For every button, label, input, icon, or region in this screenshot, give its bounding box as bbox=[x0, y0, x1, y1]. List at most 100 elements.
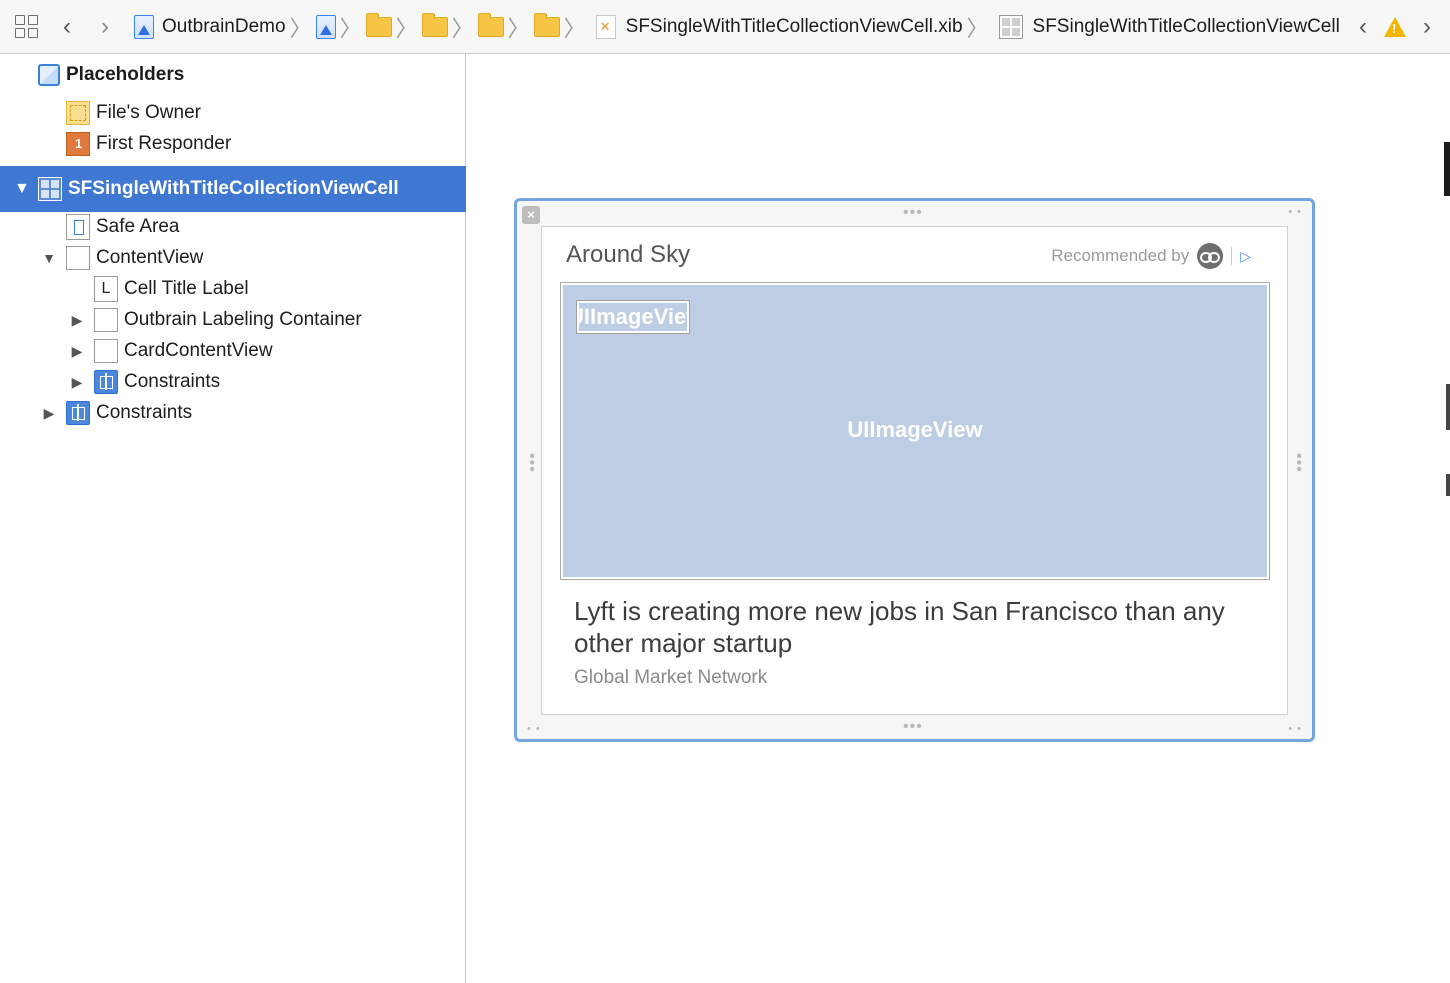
outline-item-label: Cell Title Label bbox=[124, 278, 249, 299]
outline-item-label: Outbrain Labeling Container bbox=[124, 309, 362, 330]
resize-handle-left-icon[interactable]: ••• bbox=[523, 453, 540, 473]
disclosure-triangle-collapsed-icon[interactable]: ▶ bbox=[70, 312, 84, 329]
breadcrumb-project[interactable]: OutbrainDemo bbox=[134, 14, 286, 39]
warning-icon[interactable]: ! bbox=[1384, 17, 1406, 37]
related-items-icon[interactable] bbox=[14, 14, 40, 40]
disclosure-triangle-expanded-icon[interactable]: ▼ bbox=[42, 250, 56, 266]
disclosure-triangle-expanded-icon[interactable]: ▼ bbox=[14, 180, 30, 198]
files-owner-icon bbox=[66, 101, 90, 125]
breadcrumb-selection-label: SFSingleWithTitleCollectionViewCell bbox=[1032, 15, 1340, 37]
card-content-view[interactable]: Around Sky Recommended by ▷ UIImageView … bbox=[541, 226, 1288, 715]
outline-item-label: Constraints bbox=[124, 371, 221, 392]
disclosure-triangle-collapsed-icon[interactable]: ▶ bbox=[70, 374, 84, 391]
outline-item-label: First Responder bbox=[96, 133, 232, 154]
outline-item-constraints-inner[interactable]: ▶ Constraints bbox=[0, 367, 466, 397]
collection-view-cell-icon bbox=[998, 14, 1023, 39]
view-icon bbox=[94, 308, 118, 332]
image-view-title-tag: UIImageView bbox=[576, 300, 690, 334]
outline-item-outbrain-labeling-container[interactable]: ▶ Outbrain Labeling Container bbox=[0, 305, 466, 335]
outline-item-label: File's Owner bbox=[96, 102, 201, 123]
chevron-right-icon: 〉 bbox=[289, 15, 312, 41]
outline-item-label: ContentView bbox=[96, 247, 204, 268]
folder-icon bbox=[365, 12, 392, 37]
forward-icon[interactable]: › bbox=[92, 14, 118, 39]
project-icon bbox=[134, 14, 154, 39]
outline-placeholders-header[interactable]: Placeholders bbox=[0, 60, 466, 90]
breadcrumb-selection[interactable]: SFSingleWithTitleCollectionViewCell bbox=[998, 14, 1340, 39]
adchoices-icon: ▷ bbox=[1240, 247, 1251, 264]
outline-item-cell[interactable]: ▼ SFSingleWithTitleCollectionViewCell bbox=[0, 166, 466, 212]
next-issue-icon[interactable]: › bbox=[1414, 15, 1440, 39]
resize-handle-bottom-icon[interactable]: ••• bbox=[903, 719, 923, 735]
recommendation-source[interactable]: Global Market Network bbox=[574, 667, 767, 689]
divider bbox=[1231, 247, 1233, 265]
outline-item-safe-area[interactable]: Safe Area bbox=[0, 212, 466, 242]
document-outline: Placeholders File's Owner First Responde… bbox=[0, 54, 466, 983]
outline-item-first-responder[interactable]: First Responder bbox=[0, 129, 466, 159]
xib-file-icon bbox=[595, 14, 616, 39]
recommendation-headline[interactable]: Lyft is creating more new jobs in San Fr… bbox=[574, 595, 1254, 659]
outline-item-card-content-view[interactable]: ▶ CardContentView bbox=[0, 336, 466, 366]
outline-item-label: SFSingleWithTitleCollectionViewCell bbox=[68, 178, 399, 199]
outline-item-label: Constraints bbox=[96, 402, 193, 423]
cell-title-label[interactable]: Around Sky bbox=[566, 241, 690, 269]
view-icon bbox=[66, 246, 90, 270]
canvas-edge-mark bbox=[1446, 474, 1450, 496]
breadcrumb-target[interactable] bbox=[315, 14, 336, 39]
folder-icon bbox=[533, 12, 560, 37]
safe-area-icon bbox=[66, 214, 90, 240]
corner-handle-icon[interactable]: • • bbox=[1288, 724, 1302, 735]
folder-icon bbox=[421, 12, 448, 37]
outline-item-cell-title-label[interactable]: L Cell Title Label bbox=[0, 274, 466, 304]
outbrain-labeling-container[interactable]: Recommended by ▷ bbox=[1051, 243, 1251, 269]
chevron-right-icon: 〉 bbox=[395, 15, 418, 41]
folder-icon bbox=[477, 12, 504, 37]
chevron-right-icon: 〉 bbox=[563, 15, 586, 41]
close-icon[interactable]: × bbox=[522, 206, 540, 224]
breadcrumb-folder-2[interactable] bbox=[421, 12, 448, 37]
outbrain-logo-icon bbox=[1197, 243, 1224, 269]
outline-item-content-view[interactable]: ▼ ContentView bbox=[0, 243, 466, 273]
breadcrumb-file-label: SFSingleWithTitleCollectionViewCell.xib bbox=[625, 15, 963, 37]
interface-builder-canvas[interactable]: × ••• ••• ••• ••• • • • • • • Around Sky… bbox=[467, 54, 1450, 983]
constraints-icon bbox=[94, 370, 118, 394]
image-view-placeholder-label: UIImageView bbox=[847, 417, 983, 442]
breadcrumb-project-label: OutbrainDemo bbox=[162, 15, 286, 37]
target-icon bbox=[315, 14, 336, 39]
corner-handle-icon[interactable]: • • bbox=[527, 724, 541, 735]
disclosure-triangle-collapsed-icon[interactable]: ▶ bbox=[70, 343, 84, 360]
canvas-edge-shadow bbox=[1444, 142, 1450, 196]
label-icon: L bbox=[94, 276, 118, 302]
chevron-right-icon: 〉 bbox=[507, 15, 530, 41]
outline-item-label: Safe Area bbox=[96, 216, 180, 237]
cube-icon bbox=[38, 64, 60, 86]
resize-handle-top-icon[interactable]: ••• bbox=[903, 205, 923, 221]
breadcrumb-folder-1[interactable] bbox=[365, 12, 392, 37]
canvas-edge-mark bbox=[1446, 384, 1450, 430]
outline-item-files-owner[interactable]: File's Owner bbox=[0, 98, 466, 128]
resize-handle-right-icon[interactable]: ••• bbox=[1290, 453, 1307, 473]
issue-navigator: ‹ ! › bbox=[1350, 0, 1440, 54]
image-view[interactable]: UIImageView UIImageView bbox=[563, 285, 1267, 577]
outline-placeholders-label: Placeholders bbox=[66, 64, 185, 85]
collection-view-cell-frame[interactable]: × ••• ••• ••• ••• • • • • • • Around Sky… bbox=[514, 198, 1315, 742]
outline-item-label: CardContentView bbox=[124, 340, 273, 361]
first-responder-icon bbox=[66, 132, 90, 156]
breadcrumb-folder-3[interactable] bbox=[477, 12, 504, 37]
breadcrumb-file[interactable]: SFSingleWithTitleCollectionViewCell.xib bbox=[595, 14, 963, 39]
image-view-container[interactable]: UIImageView UIImageView bbox=[560, 282, 1270, 580]
recommended-by-label: Recommended by bbox=[1051, 246, 1190, 265]
back-icon[interactable]: ‹ bbox=[54, 14, 80, 39]
previous-issue-icon[interactable]: ‹ bbox=[1350, 15, 1376, 39]
breadcrumb-folder-4[interactable] bbox=[533, 12, 560, 37]
collection-view-cell-icon bbox=[38, 177, 62, 201]
jump-bar: ‹ › OutbrainDemo 〉 〉 〉 〉 〉 〉 SFSingleWit… bbox=[0, 0, 1450, 54]
corner-handle-icon[interactable]: • • bbox=[1288, 207, 1302, 218]
chevron-right-icon: 〉 bbox=[451, 15, 474, 41]
constraints-icon bbox=[66, 401, 90, 425]
image-view-title-text: UIImageView bbox=[579, 304, 687, 329]
disclosure-triangle-collapsed-icon[interactable]: ▶ bbox=[42, 405, 56, 422]
chevron-right-icon: 〉 bbox=[339, 15, 362, 41]
outline-item-constraints-outer[interactable]: ▶ Constraints bbox=[0, 398, 466, 428]
chevron-right-icon: 〉 bbox=[966, 15, 989, 41]
